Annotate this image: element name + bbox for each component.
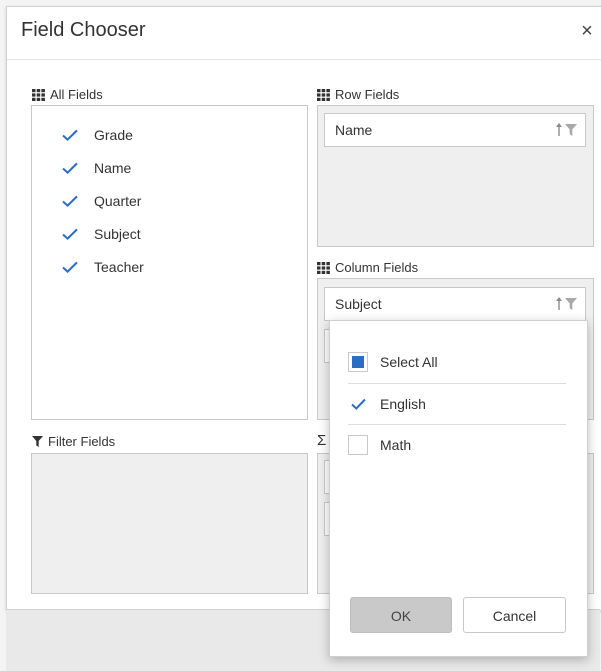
all-fields-header: All Fields [32,87,103,102]
all-fields-item-label: Subject [94,225,141,242]
filter-option-label: Math [380,437,412,453]
empty-checkbox[interactable] [348,435,368,455]
dialog-header: Field Chooser × [7,7,601,60]
sort-arrow-icon[interactable] [556,123,562,139]
check-icon[interactable] [62,228,80,240]
filter-option-english[interactable]: English [348,394,566,414]
filter-icon[interactable] [565,123,577,139]
filter-fields-header: Filter Fields [32,434,115,449]
column-field-label: Subject [335,296,382,312]
row-field-label: Name [335,122,373,138]
all-fields-item[interactable]: Quarter [62,184,144,217]
row-fields-area[interactable]: Name [317,105,594,247]
filter-icon[interactable] [565,297,577,313]
divider [348,424,566,425]
check-icon[interactable] [62,195,80,207]
indeterminate-checkbox[interactable] [348,352,368,372]
cancel-button[interactable]: Cancel [463,597,566,633]
ok-button[interactable]: OK [350,597,452,633]
row-field-chip[interactable]: Name [324,113,586,147]
dialog-title: Field Chooser [21,19,146,41]
grid-icon [32,88,45,101]
column-filter-popup: Select All English Math OK Cancel [329,320,588,657]
column-fields-title: Column Fields [335,260,419,275]
all-fields-item-label: Name [94,159,132,176]
all-fields-list: Grade Name Quarter Subject Teacher [31,105,308,420]
check-icon[interactable] [62,162,80,174]
check-icon[interactable] [62,261,80,273]
filter-icon [32,436,43,447]
grid-icon [317,261,330,274]
all-fields-item[interactable]: Subject [62,217,144,250]
filter-option-math[interactable]: Math [348,435,566,455]
column-field-chip[interactable]: Subject [324,287,586,321]
divider [348,383,566,384]
sigma-icon: Σ [317,432,327,449]
select-all-label: Select All [380,354,438,370]
select-all-option[interactable]: Select All [348,352,566,372]
close-button[interactable]: × [577,20,597,42]
all-fields-item-label: Quarter [94,192,142,209]
all-fields-item[interactable]: Name [62,151,144,184]
values-fields-header: Σ [317,432,326,449]
all-fields-title: All Fields [50,87,103,102]
check-icon[interactable] [62,129,80,141]
sort-arrow-icon[interactable] [556,297,562,313]
grid-icon [317,88,330,101]
column-fields-header: Column Fields [317,260,418,275]
all-fields-item-label: Grade [94,126,133,143]
all-fields-item[interactable]: Teacher [62,250,144,283]
filter-option-label: English [380,396,426,412]
row-fields-title: Row Fields [335,87,400,102]
filter-fields-title: Filter Fields [48,434,116,449]
all-fields-item-label: Teacher [94,258,144,275]
filter-fields-area[interactable] [31,453,308,594]
row-fields-header: Row Fields [317,87,399,102]
check-icon[interactable] [348,394,368,414]
all-fields-item[interactable]: Grade [62,118,144,151]
